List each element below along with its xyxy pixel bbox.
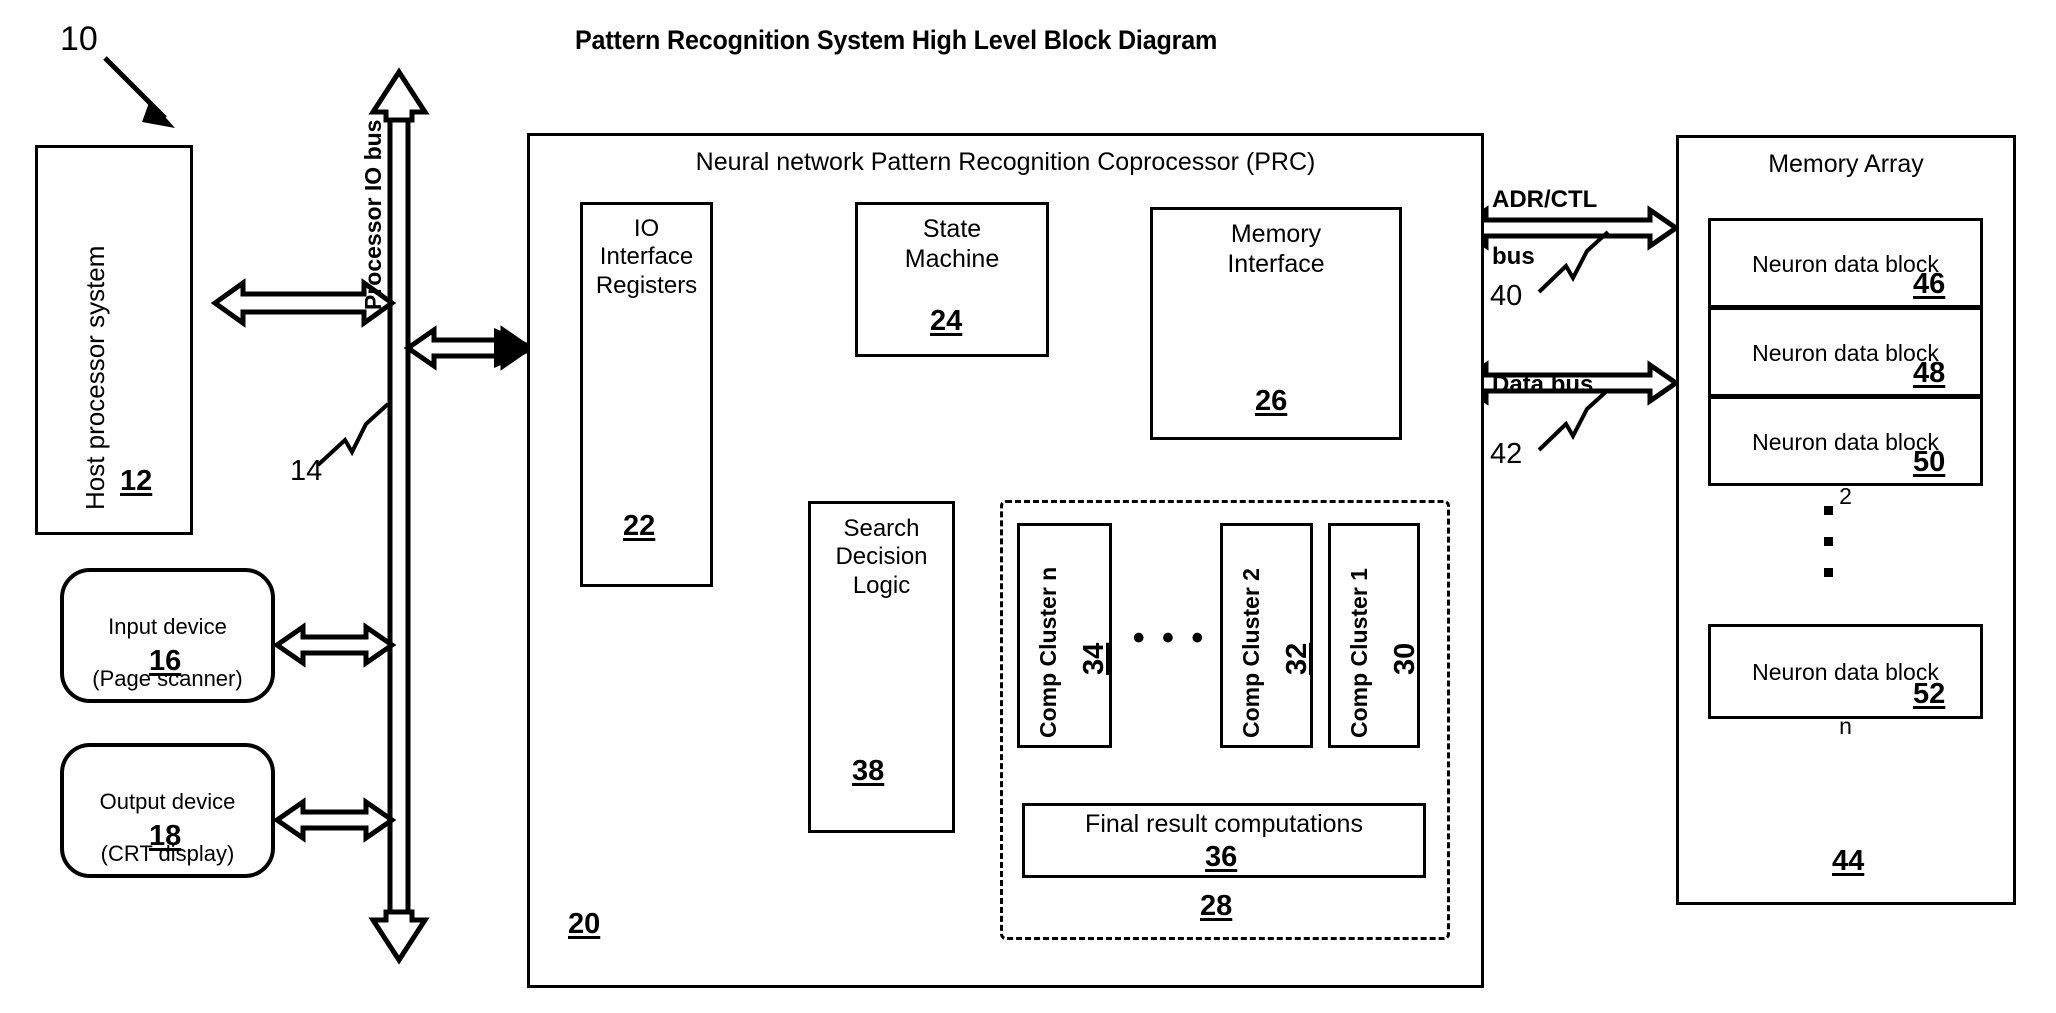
data-bus-label: Data bus	[1492, 343, 1682, 400]
memory-array-header: Memory Array	[1768, 150, 1924, 178]
ref-numeral-10: 10	[60, 20, 98, 58]
comp-cluster-2-box[interactable]	[1220, 523, 1313, 748]
ref-numeral-42: 42	[1490, 438, 1523, 470]
adr-ctl-bus-line2: bus	[1492, 242, 1535, 270]
ref-numeral-26: 26	[1255, 385, 1288, 417]
comp-cluster-n-label: Comp Cluster n	[1035, 566, 1061, 738]
ref-numeral-14: 14	[290, 455, 323, 487]
input-device-to-bus-arrow	[272, 622, 397, 668]
state-machine-label: State Machine	[904, 215, 1000, 273]
ref-numeral-50: 50	[1913, 446, 1946, 478]
host-processor-box[interactable]	[35, 145, 193, 535]
final-result-label: Final result computations	[1085, 810, 1363, 838]
input-device-line1: Input device	[108, 613, 227, 639]
callout-14	[316, 402, 390, 467]
search-decision-logic-label: Search Decision Logic	[835, 515, 928, 599]
diagram-canvas: Pattern Recognition System High Level Bl…	[0, 0, 2056, 1013]
ref-numeral-22: 22	[623, 510, 656, 542]
ref-numeral-52: 52	[1913, 678, 1946, 710]
neuron-block-n-line1: Neuron data block	[1752, 659, 1939, 686]
output-device-line1: Output device	[99, 788, 236, 814]
ref-numeral-38: 38	[852, 755, 885, 787]
neuron-block-2-line2: 2	[1839, 483, 1852, 510]
ref-numeral-20: 20	[568, 908, 601, 940]
neuron-block-0-line1: Neuron data block	[1752, 251, 1939, 278]
processor-io-bus-label: Processor IO bus	[360, 119, 386, 310]
adr-ctl-bus-line1: ADR/CTL	[1492, 186, 1598, 214]
data-bus-line1: Data bus	[1492, 371, 1594, 399]
ref-numeral-44: 44	[1832, 845, 1865, 877]
output-device-to-bus-arrow	[272, 797, 397, 843]
neuron-block-2-line1: Neuron data block	[1752, 429, 1939, 456]
page-title: Pattern Recognition System High Level Bl…	[575, 25, 1218, 55]
cluster-ellipsis: • • •	[1132, 619, 1208, 657]
io-interface-registers-label: IO Interface Registers	[595, 215, 698, 299]
ref-numeral-24: 24	[930, 305, 963, 337]
neuron-block-n-line2: n	[1839, 713, 1852, 740]
comp-cluster-1-box[interactable]	[1328, 523, 1420, 748]
ref-numeral-36: 36	[1205, 841, 1238, 873]
memory-interface-label: Memory Interface	[1227, 220, 1325, 278]
adr-ctl-bus-label: ADR/CTL bus	[1492, 158, 1682, 271]
ref-numeral-46: 46	[1913, 268, 1946, 300]
comp-cluster-1-label: Comp Cluster 1	[1346, 568, 1372, 738]
ref-numeral-32: 32	[1281, 642, 1313, 675]
prc-header: Neural network Pattern Recognition Copro…	[695, 148, 1316, 176]
ref-numeral-48: 48	[1913, 357, 1946, 389]
ref-numeral-18: 18	[149, 820, 182, 852]
memory-array-vertical-ellipsis	[1824, 506, 1833, 577]
ref-numeral-28: 28	[1200, 890, 1233, 922]
callout-10	[103, 56, 175, 128]
ref-numeral-16: 16	[149, 645, 182, 677]
neuron-block-1-line1: Neuron data block	[1752, 340, 1939, 367]
ref-numeral-30: 30	[1389, 642, 1421, 675]
ref-numeral-34: 34	[1078, 642, 1110, 675]
comp-cluster-n-box[interactable]	[1017, 523, 1112, 748]
ref-numeral-40: 40	[1490, 280, 1523, 312]
comp-cluster-2-label: Comp Cluster 2	[1238, 568, 1264, 738]
host-processor-label: Host processor system	[80, 245, 110, 510]
ref-numeral-12: 12	[120, 465, 153, 497]
